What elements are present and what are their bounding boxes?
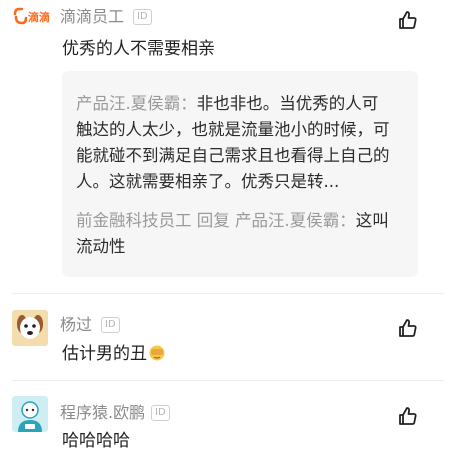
reply-author[interactable]: 产品汪.夏侯霸: [76, 94, 180, 113]
id-badge: ID: [101, 317, 120, 333]
author-name[interactable]: 滴滴员工: [60, 7, 124, 27]
divider: [12, 380, 444, 381]
thumbs-up-icon: [399, 11, 417, 29]
comment-thread: 滴滴 滴滴员工 ID 优秀的人不需要相亲 产品汪.夏侯霸：非也非也。当优秀的人可…: [0, 0, 456, 466]
author-name[interactable]: 程序猿.欧鹏: [60, 403, 145, 423]
reply-word: 回复: [196, 211, 230, 230]
author-name[interactable]: 杨过: [60, 315, 92, 335]
reply-separator: ：: [180, 94, 197, 113]
id-badge: ID: [151, 405, 170, 421]
didi-logo-text: 滴滴: [28, 11, 50, 24]
reply-line: 前金融科技员工 回复 产品汪.夏侯霸：这叫: [76, 210, 389, 232]
comment-text: 优秀的人不需要相亲: [62, 39, 215, 59]
avatar-dog[interactable]: [12, 310, 48, 346]
like-button[interactable]: [398, 318, 418, 338]
like-button[interactable]: [398, 10, 418, 30]
dog-avatar-icon: [17, 315, 43, 339]
person-avatar-icon: [18, 401, 42, 432]
reply-text: 非也非也。当优秀的人可: [196, 94, 379, 113]
comment-text: 哈哈哈哈: [62, 431, 130, 451]
reply-author[interactable]: 前金融科技员工: [76, 211, 192, 230]
avatar-didi-logo[interactable]: 滴滴: [12, 6, 52, 28]
reply-preview-box[interactable]: 产品汪.夏侯霸：非也非也。当优秀的人可 触达的人太少，也就是流量池小的时候，可 …: [62, 71, 418, 277]
reply-target[interactable]: 产品汪.夏侯霸: [235, 211, 339, 230]
reply-line: 产品汪.夏侯霸：非也非也。当优秀的人可: [76, 93, 378, 115]
thumbs-up-icon: [399, 319, 417, 337]
comment-text-row: 估计男的丑: [62, 343, 165, 365]
avatar-person[interactable]: [12, 396, 48, 432]
reply-text: 人。这就需要相亲了。优秀只是转...: [76, 172, 340, 191]
reply-separator: ：: [339, 211, 356, 230]
reply-text: 触达的人太少，也就是流量池小的时候，可: [76, 120, 390, 139]
cover-face-emoji-icon: [149, 345, 165, 361]
divider: [12, 293, 444, 294]
id-badge: ID: [133, 9, 152, 25]
reply-text: 流动性: [76, 237, 126, 256]
like-button[interactable]: [398, 406, 418, 426]
thumbs-up-icon: [399, 407, 417, 425]
reply-text: 能就碰不到满足自己需求且也看得上自己的: [76, 146, 390, 165]
comment-text: 估计男的丑: [62, 344, 147, 364]
reply-text: 这叫: [355, 211, 389, 230]
